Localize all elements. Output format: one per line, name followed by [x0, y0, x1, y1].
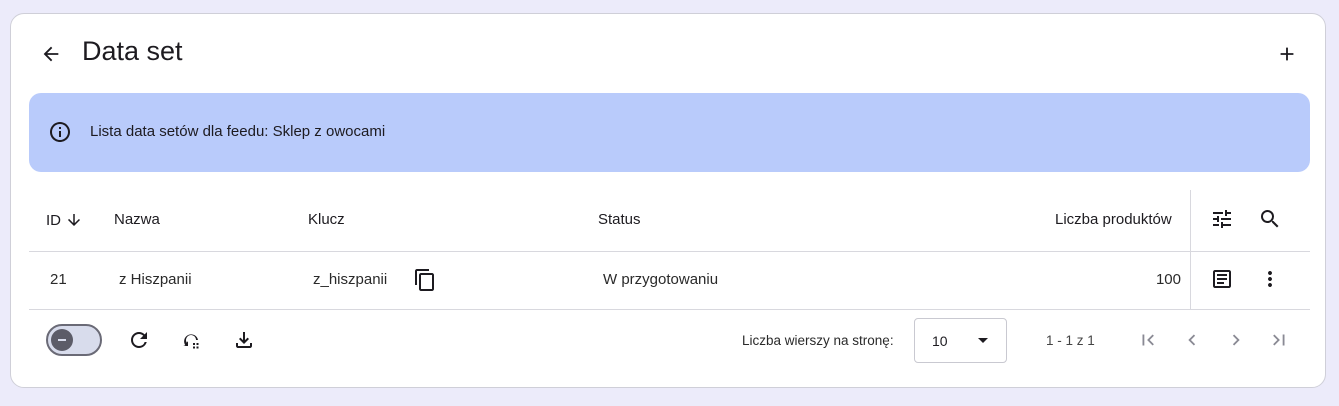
arrow-down-icon	[68, 214, 80, 226]
toggle-knob	[51, 329, 73, 351]
plus-icon	[1280, 47, 1294, 61]
chevron-left-icon	[1188, 334, 1196, 346]
cell-products: 100	[1155, 271, 1181, 288]
column-divider	[1190, 190, 1191, 310]
chevron-right-icon	[1232, 334, 1240, 346]
column-header-products[interactable]: Liczba produktów	[1055, 211, 1172, 228]
row-divider	[29, 309, 1310, 310]
first-page-button[interactable]	[1136, 328, 1160, 352]
cell-name: z Hiszpanii	[119, 271, 192, 288]
article-icon	[1213, 270, 1231, 288]
arrow-left-icon	[43, 46, 59, 62]
minus-icon	[58, 339, 66, 341]
pagination-range: 1 - 1 z 1	[1046, 333, 1095, 348]
next-page-button[interactable]	[1224, 328, 1248, 352]
column-header-status[interactable]: Status	[598, 211, 641, 228]
refresh-icon	[131, 332, 147, 348]
more-options-button[interactable]	[1257, 266, 1283, 292]
column-header-id-label: ID	[46, 211, 61, 229]
back-button[interactable]	[37, 40, 65, 68]
info-icon	[48, 120, 72, 149]
banner-text: Lista data setów dla feedu: Sklep z owoc…	[90, 123, 386, 140]
rows-per-page-value: 10	[932, 333, 948, 349]
more-vertical-icon	[1268, 271, 1272, 287]
column-header-id[interactable]: ID	[46, 211, 83, 229]
cell-status: W przygotowaniu	[603, 271, 719, 288]
auto-refresh-button[interactable]	[178, 327, 204, 353]
search-icon	[1261, 210, 1279, 228]
page-title: Data set	[82, 36, 183, 66]
cell-id: 21	[50, 271, 67, 288]
tune-icon	[1213, 210, 1231, 228]
search-button[interactable]	[1257, 206, 1283, 232]
first-page-icon	[1142, 334, 1154, 346]
last-page-icon	[1273, 334, 1285, 346]
download-button[interactable]	[231, 327, 257, 353]
dropdown-arrow-icon	[978, 338, 988, 343]
cell-key: z_hiszpanii	[313, 271, 388, 288]
details-button[interactable]	[1209, 266, 1235, 292]
rows-per-page-select[interactable]: 10	[914, 318, 1007, 363]
rows-per-page-label: Liczba wierszy na stronę:	[742, 333, 894, 348]
toggle-switch[interactable]	[46, 324, 102, 356]
auto-refresh-icon	[183, 334, 199, 349]
column-settings-button[interactable]	[1209, 206, 1235, 232]
refresh-button[interactable]	[126, 327, 152, 353]
column-header-key[interactable]: Klucz	[308, 211, 345, 228]
copy-key-button[interactable]	[412, 267, 438, 293]
download-icon	[236, 332, 252, 348]
header-divider	[29, 251, 1310, 252]
copy-icon	[415, 269, 434, 291]
last-page-button[interactable]	[1267, 328, 1291, 352]
info-banner: Lista data setów dla feedu: Sklep z owoc…	[29, 93, 1310, 172]
previous-page-button[interactable]	[1180, 328, 1204, 352]
data-set-card: Data set Lista data setów dla feedu: Skl…	[10, 13, 1326, 388]
column-header-name[interactable]: Nazwa	[114, 211, 160, 228]
add-button[interactable]	[1273, 40, 1301, 68]
